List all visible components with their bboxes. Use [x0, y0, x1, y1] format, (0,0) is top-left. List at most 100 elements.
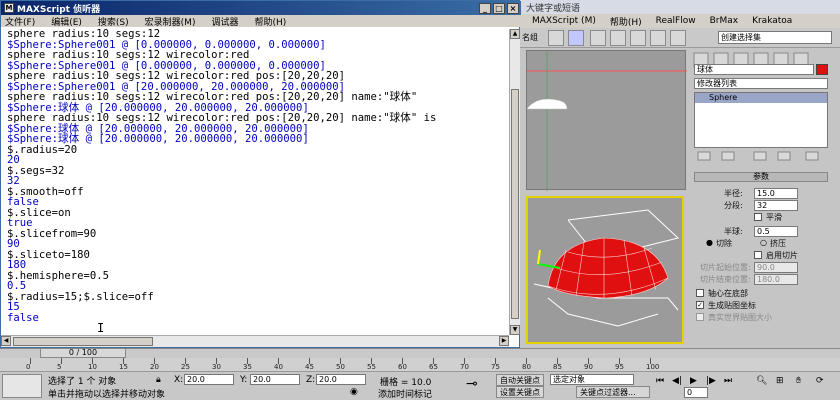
add-time-tag[interactable]: 添加时间标记 [378, 387, 432, 400]
pan-icon[interactable]: ✋︎ [796, 376, 801, 386]
slice-from-value: 90.0 [757, 263, 775, 272]
chop-radio-icon[interactable]: ● [706, 238, 713, 247]
lock-selection-icon[interactable]: 🔒︎ [156, 375, 161, 385]
x-label: X: [174, 375, 184, 385]
base-to-pivot-checkbox[interactable] [696, 289, 704, 297]
radius-spinner[interactable]: 15.0 [754, 188, 798, 199]
go-to-start-icon[interactable]: ⏮ [656, 376, 664, 386]
set-key-label: 设置关键点 [500, 388, 540, 397]
scroll-down-icon[interactable]: ▼ [510, 325, 520, 335]
set-key-button[interactable]: 设置关键点 [496, 386, 544, 398]
scroll-up-icon[interactable]: ▲ [510, 29, 520, 39]
viewport-top[interactable] [526, 50, 687, 191]
listener-line: $.slicefrom=90 [7, 227, 97, 240]
percent-snap-icon[interactable] [630, 30, 646, 46]
vertical-scroll-thumb[interactable] [511, 89, 519, 319]
listener-line: 15 [7, 301, 20, 313]
horizontal-scroll-thumb[interactable] [13, 337, 153, 346]
maximize-button[interactable]: □ [493, 2, 505, 14]
slice-from-spinner[interactable]: 90.0 [754, 262, 798, 273]
segments-spinner[interactable]: 32 [754, 200, 798, 211]
move-tool-icon[interactable] [568, 30, 584, 46]
y-coordinate-field[interactable]: 20.0 [250, 374, 300, 385]
time-slider-thumb[interactable]: 0 / 100 [40, 348, 126, 358]
real-world-checkbox[interactable] [696, 313, 704, 321]
vertical-scrollbar[interactable]: ▲ ▼ [509, 29, 520, 335]
scroll-right-icon[interactable]: ▶ [499, 336, 509, 346]
menu-file[interactable]: 文件(F) [5, 15, 35, 28]
menu-realflow[interactable]: RealFlow [656, 16, 696, 26]
time-slider-track[interactable] [0, 348, 840, 358]
gen-mapping-checkbox[interactable]: ✓ [696, 301, 704, 309]
slice-to-spinner[interactable]: 180.0 [754, 274, 798, 285]
selection-status: 选择了 1 个 对象 [48, 377, 117, 387]
listener-line: 20 [7, 154, 20, 166]
auto-key-button[interactable]: 自动关键点 [496, 374, 544, 386]
track-tick-label: 55 [367, 363, 376, 371]
snap-2-icon[interactable] [590, 30, 606, 46]
object-name-value: 球体 [697, 65, 713, 74]
object-name-field[interactable]: 球体 [694, 64, 814, 75]
maxscript-mini-listener[interactable] [2, 374, 42, 398]
menu-help[interactable]: 帮助(H) [254, 15, 286, 28]
menu-brmax[interactable]: BrMax [710, 16, 738, 26]
hemisphere-label: 半球: [724, 227, 743, 236]
previous-frame-icon[interactable]: ◀| [672, 376, 682, 386]
listener-title: MAXScript 侦听器 [17, 4, 101, 15]
minimize-button[interactable]: _ [479, 2, 491, 14]
track-bar[interactable]: 0 5 10 15 20 25 30 35 40 45 50 55 60 65 70 75 80 85 90 95 10… [0, 358, 840, 372]
listener-output-area[interactable]: sphere radius:10 segs:12 $Sphere:Sphere00… [1, 29, 509, 335]
listener-line: $.radius=20 [7, 143, 78, 156]
zoom-all-icon[interactable]: ⊞ [776, 376, 784, 386]
track-tick-label: 20 [150, 363, 159, 371]
parameters-rollout-header[interactable]: 参数 [694, 172, 828, 182]
menu-macro-recorder[interactable]: 宏录制器(M) [145, 15, 196, 28]
menu-help[interactable]: 帮助(H) [610, 15, 642, 28]
object-color-swatch[interactable] [816, 64, 828, 75]
edit-named-sets-icon[interactable] [670, 30, 686, 46]
modifier-list-dropdown[interactable]: 修改器列表 [694, 78, 828, 89]
x-coordinate-field[interactable]: 20.0 [184, 374, 234, 385]
menu-debugger[interactable]: 调试器 [211, 15, 238, 28]
squash-radio-icon[interactable]: ○ [760, 238, 767, 247]
next-frame-icon[interactable]: |▶ [706, 376, 716, 386]
current-frame-field[interactable]: 0 [684, 387, 708, 398]
perspective-scene [533, 209, 680, 327]
listener-line: sphere radius:10 segs:12 wirecolor:red p… [7, 70, 346, 82]
track-tick-label: 10 [88, 363, 97, 371]
key-filters-label: 关键点过滤器... [580, 388, 636, 397]
scroll-left-icon[interactable]: ◀ [1, 336, 11, 346]
time-tag-icon[interactable]: ◉ [350, 387, 358, 397]
zoom-icon[interactable]: 🔍︎ [756, 376, 767, 386]
go-to-end-icon[interactable]: ⏭ [724, 376, 732, 386]
close-button[interactable]: × [507, 2, 519, 14]
hemisphere-spinner[interactable]: 0.5 [754, 226, 798, 237]
prompt-line: 单击并拖动以选择并移动对象 [48, 390, 166, 400]
stack-item-sphere[interactable]: Sphere [695, 93, 827, 103]
menu-edit[interactable]: 编辑(E) [51, 15, 82, 28]
menu-search[interactable]: 搜索(S) [98, 15, 129, 28]
modifier-list-value: 修改器列表 [697, 79, 737, 88]
smooth-checkbox[interactable] [754, 213, 762, 221]
orbit-icon[interactable]: ⟳ [816, 376, 824, 386]
gizmo-z-axis[interactable] [537, 249, 541, 265]
key-mode-dropdown[interactable]: 选定对象 [550, 374, 634, 385]
key-icon[interactable]: ⊸ [466, 376, 478, 392]
select-filter-icon[interactable] [548, 30, 564, 46]
spinner-snap-icon[interactable] [650, 30, 666, 46]
listener-titlebar[interactable]: M MAXScript 侦听器 _ □ × [1, 1, 521, 15]
base-to-pivot-label: 轴心在底部 [708, 289, 748, 298]
viewport-perspective[interactable] [526, 196, 684, 344]
key-filters-button[interactable]: 关键点过滤器... [576, 386, 650, 398]
menu-maxscript[interactable]: MAXScript (M) [532, 16, 596, 26]
segments-value: 32 [757, 201, 768, 210]
slice-to-value: 180.0 [757, 275, 780, 284]
menu-krakatoa[interactable]: Krakatoa [752, 16, 792, 26]
play-icon[interactable]: ▶ [690, 376, 697, 386]
z-coordinate-field[interactable]: 20.0 [316, 374, 366, 385]
horizontal-scrollbar[interactable]: ◀ ▶ [1, 335, 509, 347]
angle-snap-icon[interactable] [610, 30, 626, 46]
named-selection-dropdown[interactable]: 创建选择集 [718, 31, 832, 44]
search-box[interactable]: 大键字或短语 [520, 0, 840, 14]
enable-slice-checkbox[interactable] [754, 251, 762, 259]
